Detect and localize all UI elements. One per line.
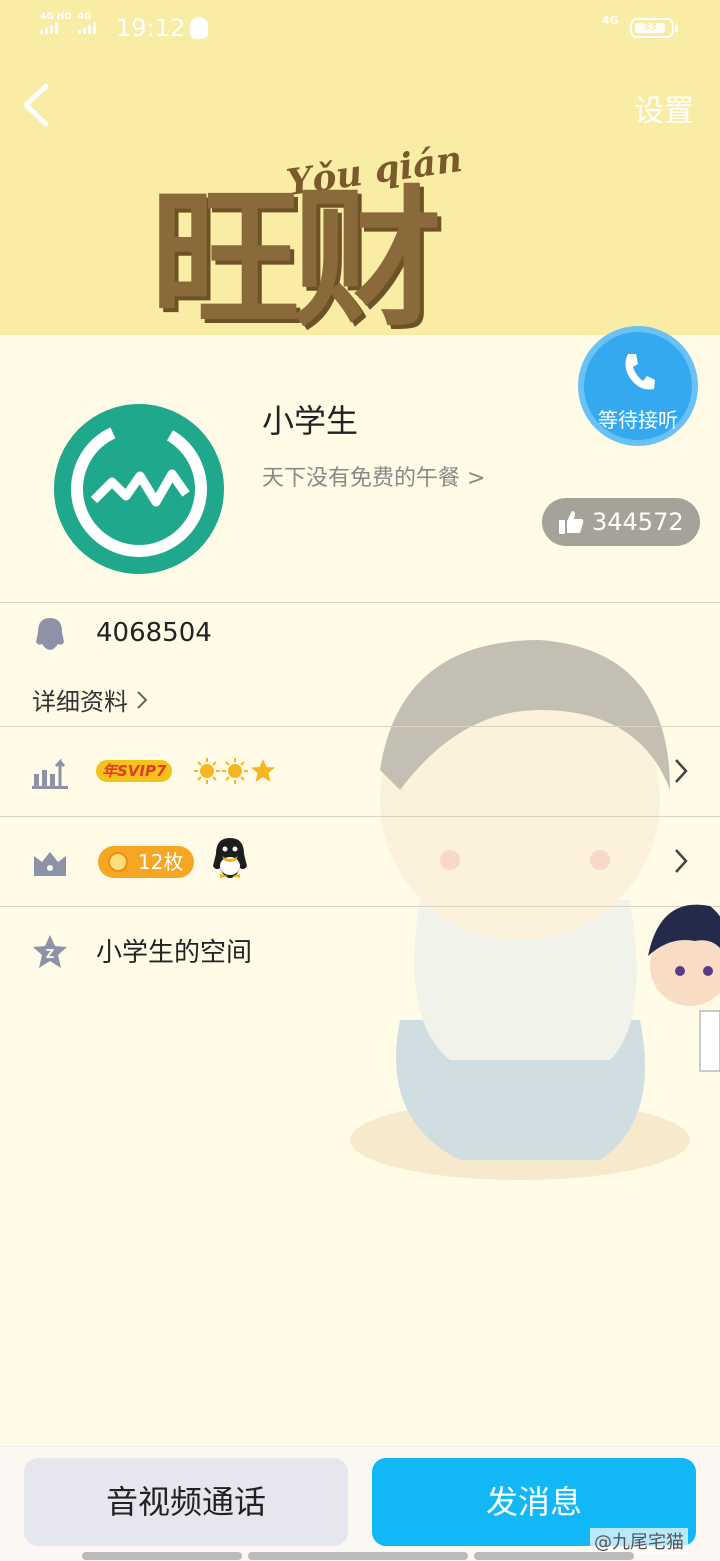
settings-button[interactable]: 设置 [634,86,694,130]
divider [0,726,720,727]
coin-icon [108,852,128,872]
av-call-button[interactable]: 音视频通话 [24,1458,348,1546]
call-waiting-label: 等待接听 [598,408,678,432]
divider [0,602,720,603]
nickname: 小学生 [262,402,359,440]
sun-level-icon [222,758,248,784]
level-up-icon [32,758,68,789]
back-arrow-icon [23,83,49,127]
like-count: 344572 [592,508,684,536]
signal-sim1: 4G HD [40,12,72,34]
qq-penguin-icon [36,618,64,650]
coin-count: 12枚 [138,850,184,874]
coin-badge: 12枚 [98,846,194,878]
back-button[interactable] [14,80,64,130]
sim1-label: 4G HD [40,12,72,22]
signal-sim2: 4G [77,12,96,34]
signal-group: 4G HD 4G [40,12,96,34]
clock: 19:12 [116,14,186,42]
divider [0,816,720,817]
nav-indicator [82,1552,242,1560]
avatar[interactable] [54,404,224,574]
watermark: @九尾宅猫 [590,1528,688,1554]
call-waiting-button[interactable]: 等待接听 [578,326,698,446]
qzone-star-icon: Z [33,935,67,968]
phone-icon [625,354,655,390]
details-link[interactable]: 详细资料 [32,682,148,717]
status-bar: 4G HD 4G 19:12 4G 33 [0,0,720,56]
qzone-link[interactable]: 小学生的空间 [96,932,252,969]
chevron-right-icon[interactable] [674,848,688,874]
sim2-label: 4G [77,12,92,22]
details-label: 详细资料 [32,688,128,716]
nav-indicator [474,1552,634,1560]
qq-notification-icon [190,17,208,39]
nav-indicator [248,1552,468,1560]
thumbs-up-icon [559,511,584,534]
chevron-right-icon[interactable] [674,758,688,784]
divider [0,906,720,907]
crown-icon [34,852,66,876]
battery-icon: 33 [630,18,678,38]
like-button[interactable]: 344572 [542,498,700,546]
svip-badge: 年SVIP7 [96,760,173,782]
sun-level-icon [194,758,220,784]
banner-title: 旺财 [150,173,442,347]
chevron-right-icon [137,690,148,709]
floating-character-icon [648,904,720,1072]
svg-text:Z: Z [46,947,55,961]
qq-number: 4068504 [96,618,212,648]
battery-level: 33 [635,23,665,33]
avatar-logo-icon [54,404,224,574]
signature-link[interactable]: 天下没有免费的午餐 > [262,460,485,492]
network-type: 4G [602,14,619,27]
star-level-icon [251,759,275,782]
qq-penguin-icon [213,838,247,878]
